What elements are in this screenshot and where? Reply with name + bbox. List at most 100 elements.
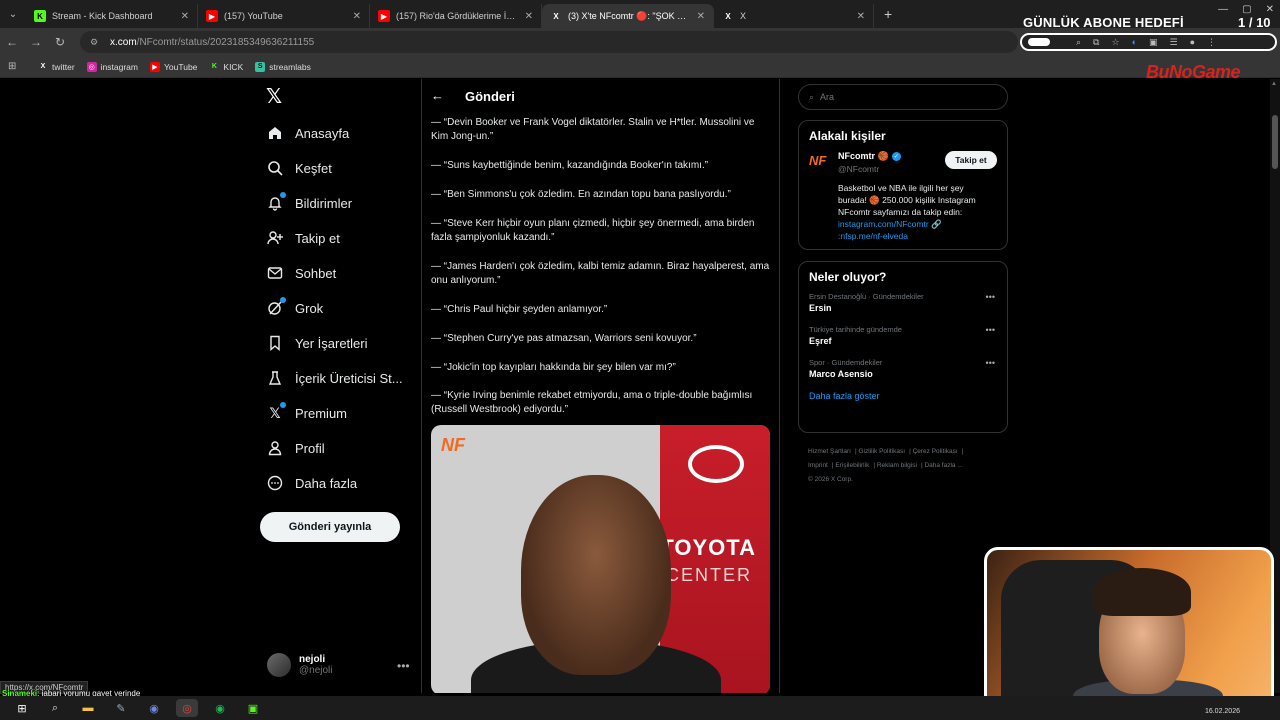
trend-item[interactable]: Türkiye tarihinde gündemde Eşref ••• bbox=[799, 325, 1007, 346]
footer-link[interactable]: Erişilebilirlik bbox=[835, 462, 869, 469]
nav-item-notifications[interactable]: Bildirimler bbox=[266, 192, 352, 212]
star-icon[interactable]: ☆ bbox=[1111, 37, 1119, 48]
footer-link[interactable]: Reklam bilgisi bbox=[877, 462, 917, 469]
discord-icon[interactable]: ◉ bbox=[143, 699, 165, 717]
post-text-line: — “Jokic'in top kayıpları hakkında bir ş… bbox=[431, 362, 676, 373]
spotify-icon[interactable]: ◉ bbox=[209, 699, 231, 717]
post-column: ← Gönderi — “Devin Booker ve Frank Vogel… bbox=[422, 79, 779, 693]
right-sidebar: ⌕ Ara Alakalı kişiler NF NFcomtr 🏀 ✓ @NFc… bbox=[798, 79, 1010, 693]
nav-item-chat[interactable]: Sohbet bbox=[266, 264, 336, 282]
profile-icon bbox=[266, 439, 284, 457]
close-icon[interactable]: ✕ bbox=[353, 11, 361, 22]
account-switcher[interactable]: nejoli @nejoli ••• bbox=[267, 653, 410, 677]
url-input[interactable]: ⚙ x.com/NFcomtr/status/20231853496362111… bbox=[80, 31, 1018, 53]
nav-item-creator-studio[interactable]: İçerik Üreticisi St... bbox=[266, 369, 403, 387]
nav-item-more[interactable]: Daha fazla bbox=[266, 474, 357, 492]
nav-item-bookmarks[interactable]: Yer İşaretleri bbox=[266, 334, 368, 352]
post-text-line: — “Steve Kerr hiçbir oyun planı çizmedi,… bbox=[431, 218, 755, 243]
puzzle-icon[interactable]: ▣ bbox=[1149, 37, 1158, 48]
related-person[interactable]: NF NFcomtr 🏀 ✓ @NFcomtr Takip et Basketbo… bbox=[799, 151, 1007, 242]
footer-link[interactable]: Gizlilik Politikası bbox=[858, 448, 905, 455]
trend-item[interactable]: Spor · Gündemdekiler Marco Asensio ••• bbox=[799, 358, 1007, 379]
goal-progress-bar bbox=[1028, 38, 1050, 46]
reload-icon[interactable]: ↻ bbox=[48, 35, 72, 49]
close-icon[interactable]: ✕ bbox=[697, 11, 705, 22]
bookmark-label: twitter bbox=[52, 61, 75, 72]
file-explorer-icon[interactable]: ▬ bbox=[77, 699, 99, 717]
bookmark-streamlabs[interactable]: Sstreamlabs bbox=[255, 61, 311, 72]
install-icon[interactable]: ⧉ bbox=[1093, 37, 1099, 48]
bookmark-kick[interactable]: K KICK bbox=[209, 62, 243, 72]
trend-meta: Türkiye tarihinde gündemde bbox=[809, 325, 902, 334]
back-arrow-icon[interactable]: ← bbox=[431, 88, 444, 103]
minimize-icon[interactable]: — bbox=[1218, 4, 1228, 15]
copyright: © 2026 X Corp. bbox=[808, 476, 853, 483]
close-icon[interactable]: ✕ bbox=[181, 11, 189, 22]
related-name-text: NFcomtr 🏀 bbox=[838, 151, 889, 161]
close-icon[interactable]: ✕ bbox=[857, 11, 865, 22]
more-horizontal-icon[interactable]: ••• bbox=[986, 292, 995, 302]
close-window-icon[interactable]: ✕ bbox=[1266, 4, 1274, 15]
forward-icon[interactable]: → bbox=[24, 35, 48, 49]
apps-icon[interactable]: ⊞ bbox=[8, 61, 22, 72]
windows-start-icon[interactable]: ⊞ bbox=[11, 699, 33, 717]
close-icon[interactable]: ✕ bbox=[525, 11, 533, 22]
bookmark-instagram[interactable]: ◎ instagram bbox=[86, 61, 138, 72]
browser-tab[interactable]: ▶ (157) YouTube ✕ bbox=[198, 4, 370, 28]
nav-item-profile[interactable]: Profil bbox=[266, 439, 325, 457]
bio-link[interactable]: :nfsp.me/nf-elveda bbox=[838, 231, 908, 241]
tab-search-icon[interactable]: ⌄ bbox=[0, 0, 26, 28]
browser-tab[interactable]: ▶ (157) Rio'da Gördüklerime İnan ✕ bbox=[370, 4, 542, 28]
maximize-icon[interactable]: ▢ bbox=[1242, 4, 1251, 15]
nav-item-explore[interactable]: Keşfet bbox=[266, 159, 332, 177]
app-icon[interactable]: ✎ bbox=[110, 699, 132, 717]
footer-link[interactable]: Imprint bbox=[808, 462, 828, 469]
footer-link[interactable]: Çerez Politikası bbox=[913, 448, 958, 455]
tab-label: Stream - Kick Dashboard bbox=[52, 11, 153, 21]
bookmark-youtube[interactable]: ▶ YouTube bbox=[150, 61, 197, 72]
webcam-overlay bbox=[984, 547, 1274, 709]
search-icon[interactable]: ⌕ bbox=[44, 699, 66, 717]
site-info-icon[interactable]: ⚙ bbox=[90, 37, 102, 48]
account-name: nejoli bbox=[299, 654, 326, 665]
menu-icon[interactable]: ⋮ bbox=[1207, 37, 1216, 48]
avatar-icon[interactable]: ● bbox=[1190, 37, 1195, 47]
nav-item-premium[interactable]: 𝕏 Premium bbox=[266, 402, 347, 422]
post-image[interactable]: TOYOTA CENTER NF bbox=[431, 425, 770, 693]
back-icon[interactable]: ← bbox=[0, 35, 24, 49]
trend-item[interactable]: Ersin Destanoğlu · Gündemdekiler Ersin •… bbox=[799, 292, 1007, 313]
scroll-up-icon[interactable]: ▲ bbox=[1271, 81, 1277, 87]
show-more-link[interactable]: Daha fazla göster bbox=[799, 391, 1007, 411]
bio-link[interactable]: instagram.com/NFcomtr 🔗 bbox=[838, 219, 942, 229]
more-horizontal-icon[interactable]: ••• bbox=[397, 659, 410, 673]
post-button[interactable]: Gönderi yayınla bbox=[260, 512, 400, 542]
reading-list-icon[interactable]: ☰ bbox=[1170, 37, 1178, 48]
bookmark-twitter[interactable]: Xtwitter bbox=[38, 62, 75, 72]
new-tab-icon[interactable]: + bbox=[884, 6, 892, 22]
follow-button[interactable]: Takip et bbox=[945, 151, 997, 169]
browser-tab[interactable]: X X ✕ bbox=[714, 4, 874, 28]
stream-brand-logo: BuNoGame bbox=[1146, 62, 1241, 82]
nav-item-grok[interactable]: Grok bbox=[266, 297, 323, 317]
window-controls: — ▢ ✕ bbox=[1218, 4, 1274, 15]
footer-link[interactable]: Daha fazla ... bbox=[924, 462, 962, 469]
scrollbar-thumb[interactable] bbox=[1272, 115, 1278, 169]
x-logo-icon: X bbox=[40, 63, 46, 70]
tab-label: (3) X'te NFcomtr 🔴: "ŞOK ŞOK bbox=[568, 10, 691, 21]
footer-link[interactable]: Hizmet Şartları bbox=[808, 448, 851, 455]
search-input[interactable]: ⌕ Ara bbox=[798, 84, 1008, 110]
zoom-icon[interactable]: ⌕ bbox=[1076, 37, 1081, 48]
nav-label: Takip et bbox=[295, 230, 340, 246]
follow-icon bbox=[266, 229, 284, 247]
extension-icon[interactable]: ◐ bbox=[1132, 37, 1137, 47]
player-portrait bbox=[521, 475, 671, 675]
browser-tab-active[interactable]: X (3) X'te NFcomtr 🔴: "ŞOK ŞOK ✕ bbox=[542, 4, 714, 28]
kick-app-icon[interactable]: ▣ bbox=[242, 699, 264, 717]
nav-item-home[interactable]: Anasayfa bbox=[266, 124, 349, 142]
browser-tab[interactable]: K Stream - Kick Dashboard ✕ bbox=[26, 4, 198, 28]
chrome-icon[interactable]: ◎ bbox=[176, 699, 198, 717]
nav-item-follow[interactable]: Takip et bbox=[266, 229, 340, 247]
more-horizontal-icon[interactable]: ••• bbox=[986, 358, 995, 368]
x-logo-icon[interactable]: 𝕏 bbox=[266, 87, 286, 107]
more-horizontal-icon[interactable]: ••• bbox=[986, 325, 995, 335]
